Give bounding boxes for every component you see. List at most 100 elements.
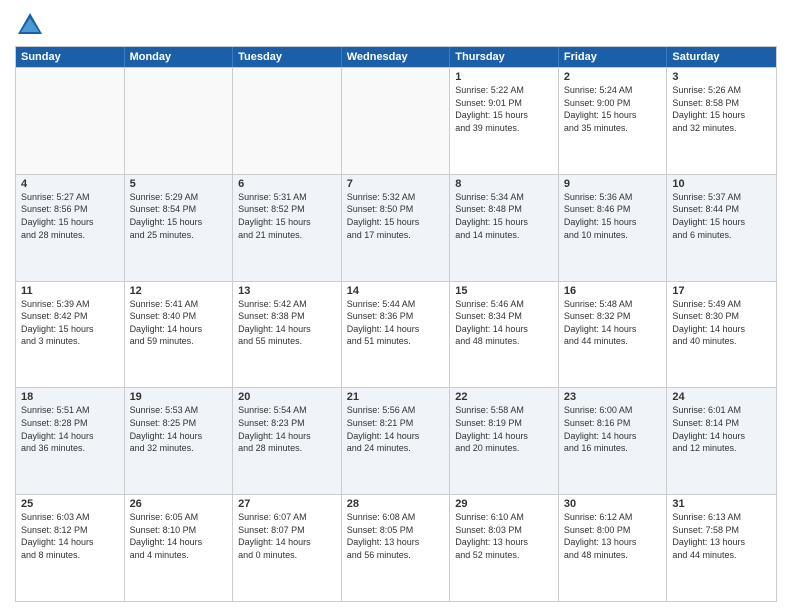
day-cell-7: 7Sunrise: 5:32 AM Sunset: 8:50 PM Daylig… bbox=[342, 175, 451, 281]
day-number: 20 bbox=[238, 391, 336, 403]
day-number: 30 bbox=[564, 498, 662, 510]
day-info: Sunrise: 5:36 AM Sunset: 8:46 PM Dayligh… bbox=[564, 191, 662, 241]
day-cell-8: 8Sunrise: 5:34 AM Sunset: 8:48 PM Daylig… bbox=[450, 175, 559, 281]
day-number: 4 bbox=[21, 178, 119, 190]
day-cell-31: 31Sunrise: 6:13 AM Sunset: 7:58 PM Dayli… bbox=[667, 495, 776, 601]
day-cell-28: 28Sunrise: 6:08 AM Sunset: 8:05 PM Dayli… bbox=[342, 495, 451, 601]
calendar-row-4: 25Sunrise: 6:03 AM Sunset: 8:12 PM Dayli… bbox=[16, 494, 776, 601]
day-number: 28 bbox=[347, 498, 445, 510]
day-info: Sunrise: 5:46 AM Sunset: 8:34 PM Dayligh… bbox=[455, 298, 553, 348]
weekday-header-tuesday: Tuesday bbox=[233, 47, 342, 67]
logo-icon bbox=[15, 10, 45, 40]
day-info: Sunrise: 6:08 AM Sunset: 8:05 PM Dayligh… bbox=[347, 511, 445, 561]
day-info: Sunrise: 5:22 AM Sunset: 9:01 PM Dayligh… bbox=[455, 84, 553, 134]
day-cell-24: 24Sunrise: 6:01 AM Sunset: 8:14 PM Dayli… bbox=[667, 388, 776, 494]
day-number: 17 bbox=[672, 285, 771, 297]
day-cell-25: 25Sunrise: 6:03 AM Sunset: 8:12 PM Dayli… bbox=[16, 495, 125, 601]
day-info: Sunrise: 5:24 AM Sunset: 9:00 PM Dayligh… bbox=[564, 84, 662, 134]
day-cell-19: 19Sunrise: 5:53 AM Sunset: 8:25 PM Dayli… bbox=[125, 388, 234, 494]
page: SundayMondayTuesdayWednesdayThursdayFrid… bbox=[0, 0, 792, 612]
header bbox=[15, 10, 777, 40]
day-info: Sunrise: 5:34 AM Sunset: 8:48 PM Dayligh… bbox=[455, 191, 553, 241]
empty-cell bbox=[16, 68, 125, 174]
calendar-row-3: 18Sunrise: 5:51 AM Sunset: 8:28 PM Dayli… bbox=[16, 387, 776, 494]
day-info: Sunrise: 5:32 AM Sunset: 8:50 PM Dayligh… bbox=[347, 191, 445, 241]
day-info: Sunrise: 5:56 AM Sunset: 8:21 PM Dayligh… bbox=[347, 404, 445, 454]
day-number: 23 bbox=[564, 391, 662, 403]
day-cell-30: 30Sunrise: 6:12 AM Sunset: 8:00 PM Dayli… bbox=[559, 495, 668, 601]
day-cell-12: 12Sunrise: 5:41 AM Sunset: 8:40 PM Dayli… bbox=[125, 282, 234, 388]
calendar-row-0: 1Sunrise: 5:22 AM Sunset: 9:01 PM Daylig… bbox=[16, 67, 776, 174]
day-number: 5 bbox=[130, 178, 228, 190]
day-info: Sunrise: 5:49 AM Sunset: 8:30 PM Dayligh… bbox=[672, 298, 771, 348]
empty-cell bbox=[125, 68, 234, 174]
day-cell-21: 21Sunrise: 5:56 AM Sunset: 8:21 PM Dayli… bbox=[342, 388, 451, 494]
day-number: 18 bbox=[21, 391, 119, 403]
day-info: Sunrise: 6:07 AM Sunset: 8:07 PM Dayligh… bbox=[238, 511, 336, 561]
day-cell-11: 11Sunrise: 5:39 AM Sunset: 8:42 PM Dayli… bbox=[16, 282, 125, 388]
day-info: Sunrise: 5:31 AM Sunset: 8:52 PM Dayligh… bbox=[238, 191, 336, 241]
day-cell-27: 27Sunrise: 6:07 AM Sunset: 8:07 PM Dayli… bbox=[233, 495, 342, 601]
day-info: Sunrise: 6:13 AM Sunset: 7:58 PM Dayligh… bbox=[672, 511, 771, 561]
day-number: 3 bbox=[672, 71, 771, 83]
day-number: 1 bbox=[455, 71, 553, 83]
day-info: Sunrise: 5:29 AM Sunset: 8:54 PM Dayligh… bbox=[130, 191, 228, 241]
day-info: Sunrise: 5:26 AM Sunset: 8:58 PM Dayligh… bbox=[672, 84, 771, 134]
day-number: 27 bbox=[238, 498, 336, 510]
day-number: 8 bbox=[455, 178, 553, 190]
day-number: 22 bbox=[455, 391, 553, 403]
weekday-header-wednesday: Wednesday bbox=[342, 47, 451, 67]
day-info: Sunrise: 5:48 AM Sunset: 8:32 PM Dayligh… bbox=[564, 298, 662, 348]
day-number: 14 bbox=[347, 285, 445, 297]
logo bbox=[15, 10, 49, 40]
day-number: 6 bbox=[238, 178, 336, 190]
day-info: Sunrise: 6:05 AM Sunset: 8:10 PM Dayligh… bbox=[130, 511, 228, 561]
calendar-header: SundayMondayTuesdayWednesdayThursdayFrid… bbox=[16, 47, 776, 67]
day-cell-4: 4Sunrise: 5:27 AM Sunset: 8:56 PM Daylig… bbox=[16, 175, 125, 281]
day-cell-29: 29Sunrise: 6:10 AM Sunset: 8:03 PM Dayli… bbox=[450, 495, 559, 601]
weekday-header-thursday: Thursday bbox=[450, 47, 559, 67]
day-info: Sunrise: 5:39 AM Sunset: 8:42 PM Dayligh… bbox=[21, 298, 119, 348]
day-cell-10: 10Sunrise: 5:37 AM Sunset: 8:44 PM Dayli… bbox=[667, 175, 776, 281]
day-number: 26 bbox=[130, 498, 228, 510]
weekday-header-saturday: Saturday bbox=[667, 47, 776, 67]
day-info: Sunrise: 6:03 AM Sunset: 8:12 PM Dayligh… bbox=[21, 511, 119, 561]
day-cell-18: 18Sunrise: 5:51 AM Sunset: 8:28 PM Dayli… bbox=[16, 388, 125, 494]
day-info: Sunrise: 5:51 AM Sunset: 8:28 PM Dayligh… bbox=[21, 404, 119, 454]
day-cell-9: 9Sunrise: 5:36 AM Sunset: 8:46 PM Daylig… bbox=[559, 175, 668, 281]
weekday-header-monday: Monday bbox=[125, 47, 234, 67]
day-cell-17: 17Sunrise: 5:49 AM Sunset: 8:30 PM Dayli… bbox=[667, 282, 776, 388]
day-number: 2 bbox=[564, 71, 662, 83]
day-number: 10 bbox=[672, 178, 771, 190]
day-cell-2: 2Sunrise: 5:24 AM Sunset: 9:00 PM Daylig… bbox=[559, 68, 668, 174]
empty-cell bbox=[233, 68, 342, 174]
day-number: 21 bbox=[347, 391, 445, 403]
day-info: Sunrise: 6:12 AM Sunset: 8:00 PM Dayligh… bbox=[564, 511, 662, 561]
day-number: 7 bbox=[347, 178, 445, 190]
day-info: Sunrise: 5:44 AM Sunset: 8:36 PM Dayligh… bbox=[347, 298, 445, 348]
day-info: Sunrise: 5:41 AM Sunset: 8:40 PM Dayligh… bbox=[130, 298, 228, 348]
day-cell-23: 23Sunrise: 6:00 AM Sunset: 8:16 PM Dayli… bbox=[559, 388, 668, 494]
weekday-header-friday: Friday bbox=[559, 47, 668, 67]
day-info: Sunrise: 5:58 AM Sunset: 8:19 PM Dayligh… bbox=[455, 404, 553, 454]
day-number: 25 bbox=[21, 498, 119, 510]
day-cell-16: 16Sunrise: 5:48 AM Sunset: 8:32 PM Dayli… bbox=[559, 282, 668, 388]
day-info: Sunrise: 5:37 AM Sunset: 8:44 PM Dayligh… bbox=[672, 191, 771, 241]
day-number: 29 bbox=[455, 498, 553, 510]
empty-cell bbox=[342, 68, 451, 174]
day-info: Sunrise: 5:27 AM Sunset: 8:56 PM Dayligh… bbox=[21, 191, 119, 241]
day-cell-20: 20Sunrise: 5:54 AM Sunset: 8:23 PM Dayli… bbox=[233, 388, 342, 494]
day-info: Sunrise: 5:42 AM Sunset: 8:38 PM Dayligh… bbox=[238, 298, 336, 348]
day-info: Sunrise: 6:00 AM Sunset: 8:16 PM Dayligh… bbox=[564, 404, 662, 454]
day-info: Sunrise: 5:54 AM Sunset: 8:23 PM Dayligh… bbox=[238, 404, 336, 454]
day-number: 12 bbox=[130, 285, 228, 297]
day-cell-22: 22Sunrise: 5:58 AM Sunset: 8:19 PM Dayli… bbox=[450, 388, 559, 494]
day-number: 24 bbox=[672, 391, 771, 403]
day-cell-3: 3Sunrise: 5:26 AM Sunset: 8:58 PM Daylig… bbox=[667, 68, 776, 174]
day-number: 11 bbox=[21, 285, 119, 297]
day-info: Sunrise: 5:53 AM Sunset: 8:25 PM Dayligh… bbox=[130, 404, 228, 454]
day-cell-26: 26Sunrise: 6:05 AM Sunset: 8:10 PM Dayli… bbox=[125, 495, 234, 601]
day-number: 15 bbox=[455, 285, 553, 297]
day-info: Sunrise: 6:01 AM Sunset: 8:14 PM Dayligh… bbox=[672, 404, 771, 454]
day-cell-13: 13Sunrise: 5:42 AM Sunset: 8:38 PM Dayli… bbox=[233, 282, 342, 388]
